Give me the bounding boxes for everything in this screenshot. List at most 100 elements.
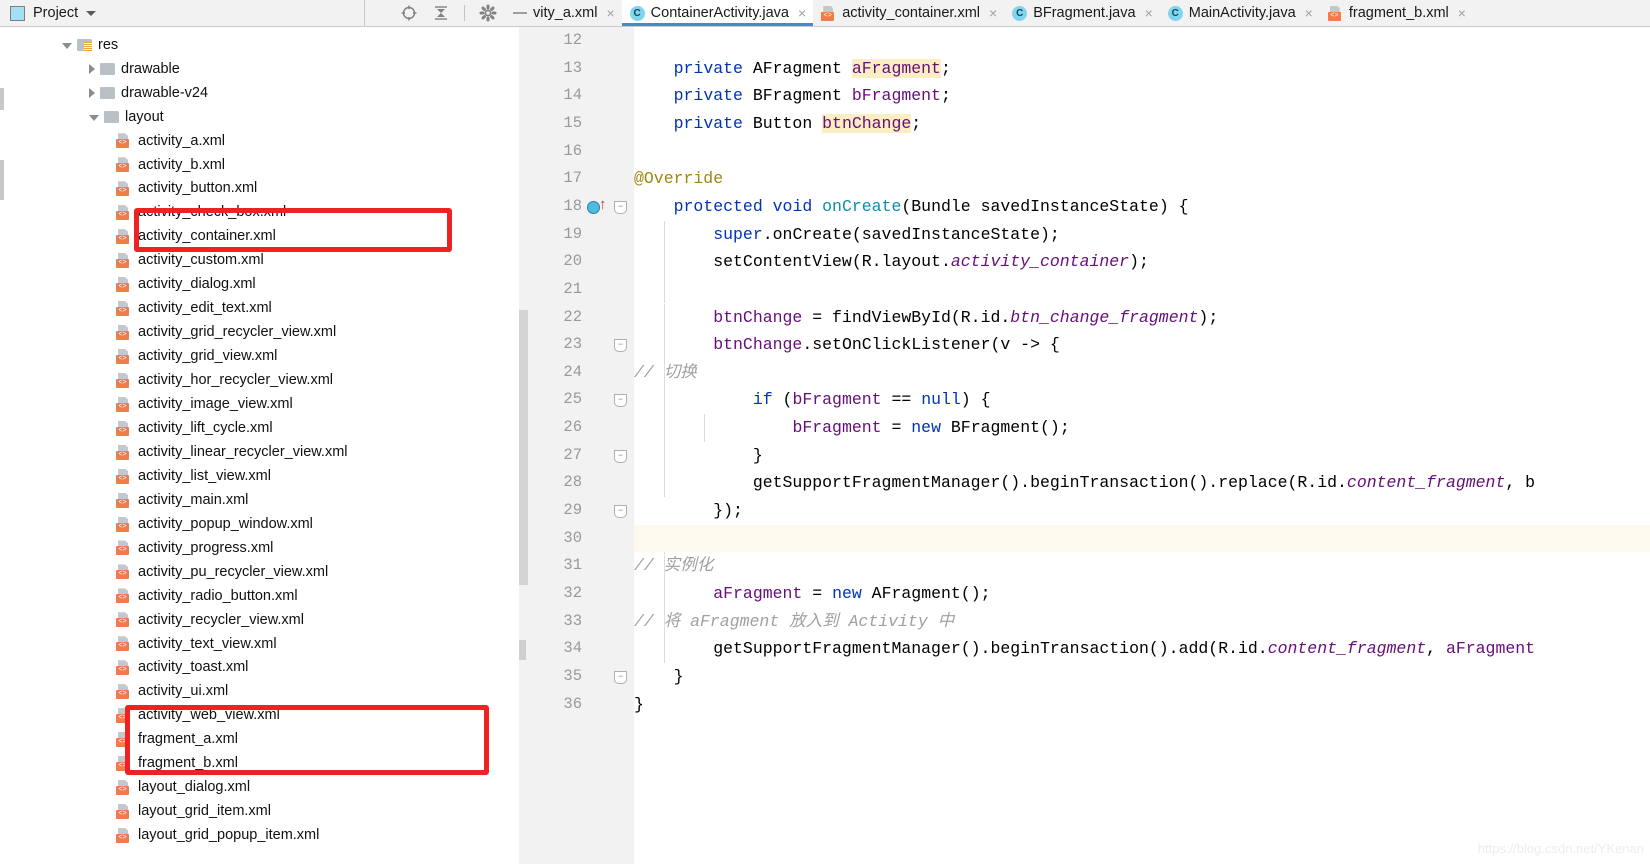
editor-tab-mainactivity-java[interactable]: C MainActivity.java × [1160,0,1320,26]
tree-file-activity_radio_button-xml[interactable]: <> activity_radio_button.xml [116,584,298,608]
close-icon[interactable]: × [798,6,806,20]
editor-tab-bfragment-java[interactable]: C BFragment.java × [1004,0,1160,26]
tree-file-activity_progress-xml[interactable]: <> activity_progress.xml [116,536,273,560]
tree-item-label: activity_main.xml [138,491,249,508]
fold-column[interactable]: − − − − − − [606,27,634,864]
xml-file-icon: <> [116,181,131,197]
tree-file-activity_a-xml[interactable]: <> activity_a.xml [116,129,225,153]
tree-file-layout_grid_item-xml[interactable]: <> layout_grid_item.xml [116,799,271,823]
tree-file-activity_text_view-xml[interactable]: <> activity_text_view.xml [116,632,277,656]
java-class-icon: C [629,5,645,21]
highlight-fragments [125,705,489,775]
close-icon[interactable]: × [989,6,997,20]
code-line: // 切换 [634,362,697,382]
line-number: 35 [563,666,582,685]
folder-icon [104,110,119,123]
code-text-area[interactable]: private AFragment aFragment; private BFr… [634,27,1650,864]
line-number: 32 [563,584,582,602]
tree-file-layout_grid_popup_item-xml[interactable]: <> layout_grid_popup_item.xml [116,823,319,847]
tree-item-label: activity_toast.xml [138,659,249,676]
tree-file-activity_lift_cycle-xml[interactable]: <> activity_lift_cycle.xml [116,416,273,440]
line-number: 15 [563,113,582,132]
editor-tab-containeractivity-java[interactable]: C ContainerActivity.java × [621,0,814,26]
code-editor[interactable]: 12 13 14 15 16 17 18 ↑ 19 20 21 22 23 24 25 26 27 28 29 30 3… [519,27,1650,864]
xml-file-icon: <> [116,564,131,580]
indent-guide [664,635,665,663]
tree-file-activity_main-xml[interactable]: <> activity_main.xml [116,488,248,512]
chevron-right-icon[interactable] [89,63,95,74]
tree-file-activity_image_view-xml[interactable]: <> activity_image_view.xml [116,392,293,416]
xml-file-icon: <> [116,205,131,221]
tree-file-activity_list_view-xml[interactable]: <> activity_list_view.xml [116,464,271,488]
xml-file-icon: <> [116,516,131,532]
tree-file-activity_edit_text-xml[interactable]: <> activity_edit_text.xml [116,296,272,320]
chevron-down-icon[interactable] [62,43,72,49]
chevron-down-icon[interactable] [86,10,97,16]
tree-item-label: activity_recycler_view.xml [138,611,304,628]
tree-file-activity_ui-xml[interactable]: <> activity_ui.xml [116,680,228,704]
tree-file-activity_dialog-xml[interactable]: <> activity_dialog.xml [116,273,256,297]
code-fold-icon[interactable]: − [614,394,627,408]
editor-gutter[interactable]: 12 13 14 15 16 17 18 ↑ 19 20 21 22 23 24 25 26 27 28 29 30 3… [519,27,607,864]
code-fold-icon[interactable]: − [614,670,627,684]
xml-file-icon: <> [116,612,131,628]
xml-file-icon: <> [116,300,131,316]
locate-target-icon[interactable] [400,4,418,22]
tree-file-activity_button-xml[interactable]: <> activity_button.xml [116,177,257,201]
xml-file-icon: <> [116,684,131,700]
close-icon[interactable]: × [606,6,614,20]
settings-gear-icon[interactable] [479,4,497,22]
tree-item-label: activity_progress.xml [138,539,274,556]
line-number: 30 [563,528,582,547]
chevron-right-icon[interactable] [89,87,95,98]
tree-file-activity_b-xml[interactable]: <> activity_b.xml [116,153,225,177]
tree-file-activity_toast-xml[interactable]: <> activity_toast.xml [116,656,248,680]
project-panel-header[interactable]: Project [0,0,365,26]
indent-guide [664,275,665,304]
editor-tab-fragment-b-xml[interactable]: <> fragment_b.xml × [1320,0,1473,26]
code-line: }); [634,501,743,521]
tree-file-activity_recycler_view-xml[interactable]: <> activity_recycler_view.xml [116,608,304,632]
current-line-highlight [634,524,1650,553]
editor-vertical-scrollbar[interactable] [519,310,528,585]
collapse-all-icon[interactable] [432,4,450,22]
code-fold-icon[interactable]: − [614,449,627,463]
tree-file-activity_grid_view-xml[interactable]: <> activity_grid_view.xml [116,344,277,368]
code-line: aFragment = new AFragment(); [713,584,991,603]
tree-file-layout_dialog-xml[interactable]: <> layout_dialog.xml [116,775,250,799]
close-icon[interactable]: × [1458,6,1466,20]
editor-tab-label: fragment_b.xml [1348,5,1449,21]
tree-file-activity_linear_recycler_view-xml[interactable]: <> activity_linear_recycler_view.xml [116,440,348,464]
code-fold-icon[interactable]: − [614,505,627,519]
code-line: private Button btnChange; [673,113,922,133]
editor-tab-activity-container-xml[interactable]: <> activity_container.xml × [813,0,1004,26]
line-number: 17 [563,169,582,188]
indent-guide [664,220,665,249]
tree-item-label: activity_grid_recycler_view.xml [138,324,337,341]
tree-folder-drawable[interactable]: drawable [89,57,180,81]
tree-folder-drawable-v24[interactable]: drawable-v24 [89,81,208,105]
tree-file-activity_grid_recycler_view-xml[interactable]: <> activity_grid_recycler_view.xml [116,320,336,344]
tree-folder-res[interactable]: res [62,33,118,57]
tree-item-label: drawable [121,60,180,77]
indent-guide [664,248,665,276]
tree-file-activity_custom-xml[interactable]: <> activity_custom.xml [116,249,264,273]
editor-scroll-thumb-lower[interactable] [519,640,526,660]
xml-file-icon: <> [116,660,131,676]
chevron-down-icon[interactable] [89,114,99,121]
code-fold-icon[interactable]: − [614,200,627,214]
tree-item-label: activity_pu_recycler_view.xml [138,563,329,580]
tree-folder-layout[interactable]: layout [89,105,164,129]
line-number: 23 [563,335,582,354]
window-edge-sliver-mid [0,160,4,200]
toolbar-divider [464,5,465,21]
editor-tab-vity-a-xml[interactable]: vity_a.xml × [525,0,622,26]
tree-file-activity_hor_recycler_view-xml[interactable]: <> activity_hor_recycler_view.xml [116,368,333,392]
tree-file-activity_popup_window-xml[interactable]: <> activity_popup_window.xml [116,512,313,536]
tree-file-activity_pu_recycler_view-xml[interactable]: <> activity_pu_recycler_view.xml [116,560,328,584]
close-icon[interactable]: × [1305,6,1313,20]
indent-guide [664,386,665,415]
close-icon[interactable]: × [1145,6,1153,20]
xml-file-icon: <> [1327,5,1343,21]
code-fold-icon[interactable]: − [614,339,627,353]
